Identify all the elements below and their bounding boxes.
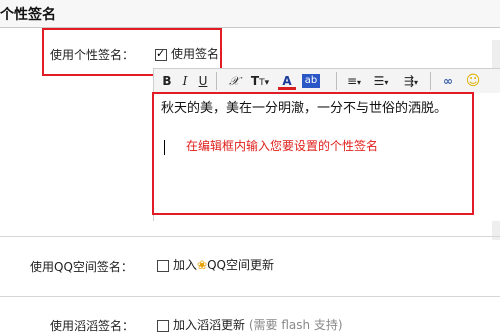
use-signature-option[interactable]: 使用签名 bbox=[155, 45, 219, 62]
qq-space-option-name: QQ空间更新 bbox=[207, 258, 274, 272]
align-icon[interactable]: ≡▾ bbox=[344, 72, 364, 90]
editor-content: 秋天的美，美在一分明澈，一分不与世俗的洒脱。 bbox=[161, 101, 448, 116]
editor-hint: 在编辑框内输入您要设置的个性签名 bbox=[186, 139, 379, 153]
qq-space-option-label: 加入 bbox=[173, 258, 198, 272]
section-title: 个性签名 bbox=[0, 7, 56, 23]
indent-icon[interactable]: ⇶▾ bbox=[400, 72, 422, 90]
bold-button[interactable]: B bbox=[160, 72, 174, 90]
emoji-icon[interactable]: ☺ bbox=[464, 72, 482, 90]
toolbar-separator bbox=[430, 72, 431, 90]
italic-button[interactable]: I bbox=[178, 72, 192, 90]
link-icon[interactable]: ∞ bbox=[438, 72, 458, 90]
row-divider bbox=[0, 236, 500, 237]
text-caret bbox=[164, 140, 165, 155]
toolbar-separator bbox=[336, 72, 337, 90]
editor-toolbar: B I U 𝒳 TT▾ A ab ≡▾ ☰▾ ⇶▾ ∞ ☺ bbox=[153, 68, 500, 94]
section-header: 个性签名 bbox=[0, 0, 500, 28]
clear-format-icon[interactable]: 𝒳 bbox=[224, 72, 244, 90]
qq-space-icon: ❀ bbox=[197, 258, 208, 272]
qq-space-checkbox[interactable] bbox=[157, 259, 169, 272]
signature-label: 使用个性签名： bbox=[50, 48, 135, 62]
font-color-icon[interactable]: A bbox=[278, 72, 296, 90]
background-color-icon[interactable]: ab bbox=[302, 74, 320, 88]
paopao-option[interactable]: 加入滔滔更新 (需要 flash 支持) bbox=[157, 316, 343, 333]
paopao-label: 使用滔滔签名： bbox=[50, 319, 135, 333]
qq-space-option[interactable]: 加入❀QQ空间更新 bbox=[157, 256, 274, 273]
underline-button[interactable]: U bbox=[196, 72, 210, 90]
qq-space-label: 使用QQ空间签名： bbox=[30, 260, 133, 274]
toolbar-separator bbox=[216, 72, 217, 90]
use-signature-checkbox-label: 使用签名 bbox=[171, 47, 220, 61]
row-divider bbox=[0, 296, 500, 297]
paopao-option-label: 加入滔滔更新 bbox=[173, 318, 246, 332]
use-signature-checkbox[interactable] bbox=[155, 47, 167, 61]
font-size-icon[interactable]: TT▾ bbox=[250, 72, 270, 90]
list-icon[interactable]: ☰▾ bbox=[370, 72, 392, 90]
paopao-checkbox[interactable] bbox=[157, 319, 169, 332]
signature-editor[interactable]: 秋天的美，美在一分明澈，一分不与世俗的洒脱。 在编辑框内输入您要设置的个性签名 bbox=[153, 93, 500, 221]
paopao-note: (需要 flash 支持) bbox=[248, 318, 343, 332]
